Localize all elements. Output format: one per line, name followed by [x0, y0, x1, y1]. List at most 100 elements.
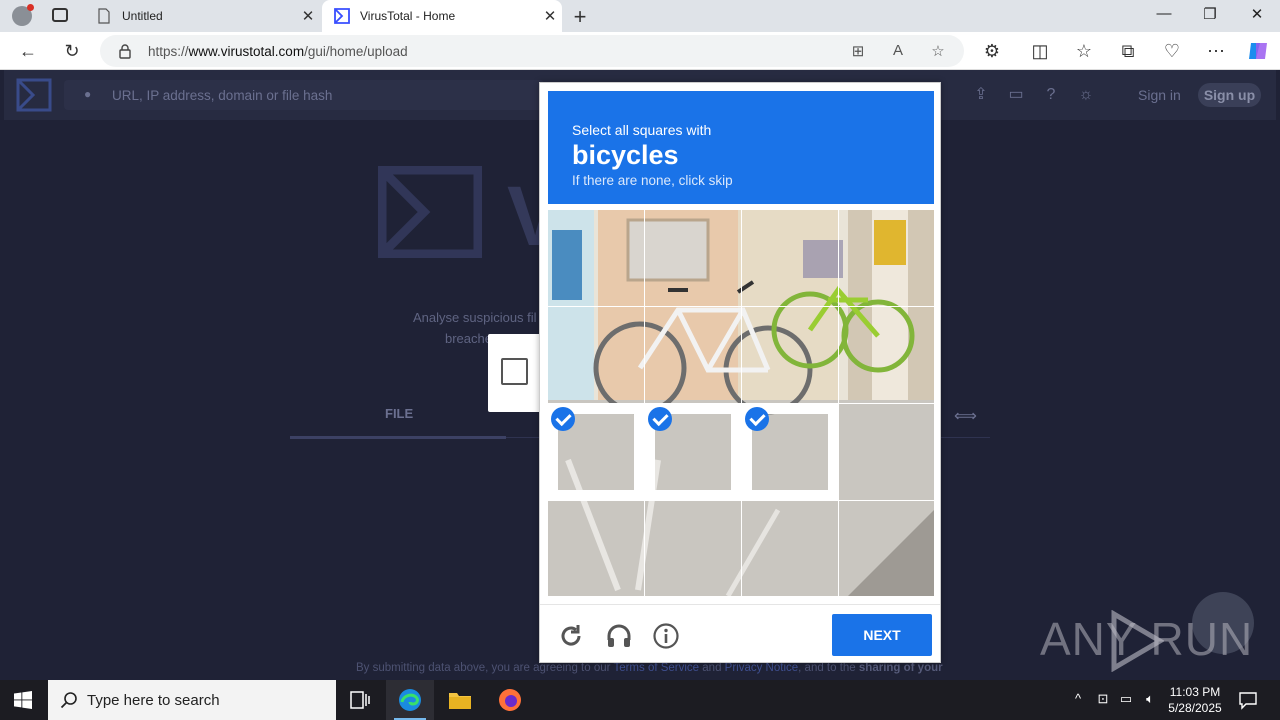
- sign-in-link[interactable]: Sign in: [1138, 87, 1181, 103]
- captcha-tile[interactable]: [645, 501, 741, 597]
- audio-challenge-icon[interactable]: [605, 622, 633, 650]
- refresh-icon[interactable]: ↻: [60, 39, 84, 63]
- copilot-icon[interactable]: [1246, 39, 1270, 63]
- captcha-tile[interactable]: [839, 210, 935, 306]
- new-tab-button[interactable]: +: [568, 4, 592, 30]
- vt-search-box[interactable]: ●: [64, 80, 544, 110]
- terms-text: and: [699, 662, 725, 674]
- tray-overflow-icon[interactable]: ^: [1068, 691, 1088, 706]
- search-tab-icon[interactable]: ⟺: [954, 406, 977, 426]
- taskbar-search-placeholder: Type here to search: [87, 692, 220, 709]
- tab-virustotal[interactable]: VirusTotal - Home ✕: [322, 0, 562, 32]
- url-host: www.virustotal.com: [188, 44, 305, 59]
- captcha-dialog: Select all squares with bicycles If ther…: [539, 82, 941, 663]
- privacy-notice-link[interactable]: Privacy Notice: [725, 662, 799, 674]
- tab-label: Untitled: [122, 9, 163, 23]
- theme-toggle-icon[interactable]: ☼: [1076, 85, 1096, 105]
- folder-icon: [449, 693, 471, 709]
- captcha-tile[interactable]: [742, 501, 838, 597]
- notification-center-icon[interactable]: [1238, 690, 1258, 710]
- captcha-tile[interactable]: [645, 210, 741, 306]
- close-tab-icon[interactable]: ✕: [296, 7, 320, 25]
- captcha-tile[interactable]: [839, 404, 935, 500]
- clock-date: 5/28/2025: [1168, 701, 1222, 715]
- captcha-hint: If there are none, click skip: [572, 173, 733, 188]
- virustotal-favicon-icon: [334, 8, 350, 24]
- taskbar-clock[interactable]: 11:03 PM 5/28/2025: [1160, 684, 1230, 716]
- active-tab-indicator: [290, 436, 506, 439]
- browser-tab-bar: Untitled ✕ VirusTotal - Home ✕ + — ❐ ✕: [0, 0, 1280, 32]
- captcha-tile[interactable]: [645, 307, 741, 403]
- edge-icon: [399, 689, 421, 711]
- tab-actions-icon[interactable]: [52, 8, 68, 22]
- captcha-instruction: Select all squares with: [572, 122, 712, 138]
- tagline-line: Analyse suspicious fil: [413, 310, 537, 325]
- captcha-tile[interactable]: [839, 307, 935, 403]
- sign-up-button[interactable]: Sign up: [1198, 83, 1261, 107]
- extensions-icon[interactable]: ⚙: [980, 39, 1004, 63]
- search-icon: [60, 692, 77, 709]
- terms-notice: By submitting data above, you are agreei…: [356, 662, 943, 674]
- captcha-tile[interactable]: [548, 307, 644, 403]
- restore-icon[interactable]: ❐: [1187, 5, 1233, 23]
- app-available-icon[interactable]: ⊞: [848, 42, 868, 60]
- selected-check-icon: [648, 407, 672, 431]
- taskbar-search-box[interactable]: Type here to search: [48, 680, 336, 720]
- clock-time: 11:03 PM: [1169, 685, 1221, 699]
- favorite-star-icon[interactable]: ☆: [928, 42, 948, 60]
- firefox-icon: [499, 689, 521, 711]
- minimize-icon[interactable]: —: [1141, 5, 1187, 22]
- volume-icon[interactable]: 🔈︎: [1140, 691, 1160, 707]
- search-icon: ●: [84, 87, 92, 101]
- captcha-tile[interactable]: [645, 404, 741, 500]
- browser-nav-bar: ← ↻ https://www.virustotal.com/gui/home/…: [0, 32, 1280, 70]
- url-path: /gui/home/upload: [304, 44, 408, 59]
- tray-device-icon[interactable]: ⊡: [1093, 691, 1113, 707]
- read-aloud-icon[interactable]: A: [888, 42, 908, 59]
- captcha-tile[interactable]: [742, 307, 838, 403]
- task-view-button[interactable]: [336, 680, 384, 720]
- collections-icon[interactable]: ⧉: [1116, 39, 1140, 63]
- close-tab-icon[interactable]: ✕: [538, 7, 562, 25]
- favorites-icon[interactable]: ☆: [1072, 39, 1096, 63]
- taskbar-firefox-app[interactable]: [486, 680, 534, 720]
- selected-check-icon: [551, 407, 575, 431]
- notifications-icon[interactable]: ▭: [1006, 85, 1026, 105]
- tab-file[interactable]: FILE: [385, 406, 413, 421]
- help-icon[interactable]: ?: [1041, 85, 1061, 105]
- task-view-icon: [350, 691, 370, 709]
- close-window-icon[interactable]: ✕: [1234, 5, 1280, 23]
- url-text[interactable]: https://www.virustotal.com/gui/home/uplo…: [148, 44, 408, 59]
- next-button[interactable]: NEXT: [832, 614, 932, 656]
- tab-untitled[interactable]: Untitled ✕: [84, 0, 320, 32]
- split-screen-icon[interactable]: ◫: [1028, 39, 1052, 63]
- search-input[interactable]: [112, 85, 532, 105]
- taskbar-edge-app[interactable]: [386, 680, 434, 720]
- document-icon: [98, 8, 110, 24]
- captcha-tile[interactable]: [742, 404, 838, 500]
- browser-essentials-icon[interactable]: ♡: [1160, 39, 1184, 63]
- captcha-checkbox[interactable]: [501, 358, 528, 385]
- virustotal-logo-icon[interactable]: [16, 78, 52, 112]
- captcha-tile[interactable]: [548, 210, 644, 306]
- captcha-checkbox-card: [488, 334, 544, 412]
- captcha-footer: NEXT: [540, 604, 940, 662]
- virustotal-big-logo-icon: [378, 166, 482, 258]
- captcha-tile[interactable]: [742, 210, 838, 306]
- captcha-tile[interactable]: [839, 501, 935, 597]
- terms-text: , and to the: [798, 662, 859, 674]
- terms-of-service-link[interactable]: Terms of Service: [613, 662, 699, 674]
- taskbar-file-explorer-app[interactable]: [436, 680, 484, 720]
- windows-start-icon[interactable]: [14, 691, 32, 709]
- profile-avatar-icon[interactable]: [12, 4, 34, 26]
- windows-taskbar: Type here to search ^ ⊡ ▭ 🔈︎ 11:03 PM 5/…: [0, 680, 1280, 720]
- reload-icon[interactable]: [557, 622, 585, 650]
- back-arrow-icon[interactable]: ←: [16, 39, 40, 63]
- address-bar[interactable]: https://www.virustotal.com/gui/home/uplo…: [100, 35, 964, 67]
- more-menu-icon[interactable]: ⋯: [1204, 39, 1228, 63]
- captcha-tile[interactable]: [548, 501, 644, 597]
- info-icon[interactable]: [652, 622, 680, 650]
- upload-icon[interactable]: ⇪: [971, 85, 991, 105]
- network-icon[interactable]: ▭: [1116, 691, 1136, 707]
- captcha-tile[interactable]: [548, 404, 644, 500]
